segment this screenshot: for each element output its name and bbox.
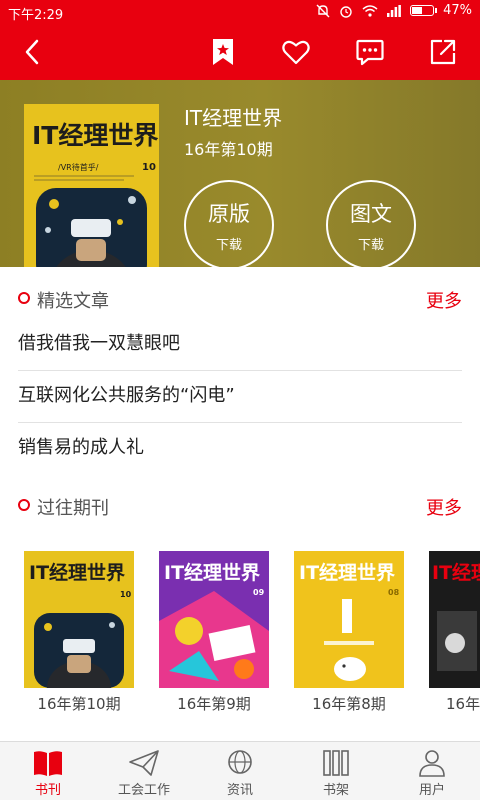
issue-cover[interactable]: IT经理世界 08 <box>294 551 404 688</box>
issue-label: 16年 <box>446 695 480 713</box>
magazine-header: IT经理世界 10 /VR待首乎/ IT经理世界 16年第10期 原版 下载 图… <box>0 80 480 267</box>
graphic-download-button[interactable]: 图文 下载 <box>326 180 416 267</box>
section-dot-icon <box>18 292 30 304</box>
mute-icon <box>316 4 330 17</box>
nav-item-bookshelf[interactable]: 书架 <box>288 742 384 800</box>
issue-label: 16年第9期 <box>177 695 251 713</box>
article-item[interactable]: 借我借我一双慧眼吧 <box>18 319 462 369</box>
share-icon <box>430 39 456 65</box>
svg-text:IT经理世界: IT经理世界 <box>164 561 260 584</box>
svg-text:IT经理世界: IT经理世界 <box>29 561 125 584</box>
user-icon <box>419 750 445 777</box>
back-button[interactable] <box>12 32 52 72</box>
share-button[interactable] <box>423 32 463 72</box>
past-issues-section-header: 过往期刊 更多 <box>0 490 480 520</box>
nav-label: 书刊 <box>34 783 61 798</box>
back-icon <box>25 39 39 65</box>
original-download-button[interactable]: 原版 下载 <box>184 180 274 267</box>
comment-icon <box>356 39 384 65</box>
toolbar <box>0 24 480 80</box>
paper-plane-icon <box>129 750 159 776</box>
nav-label: 资讯 <box>226 783 253 798</box>
magazine-cover[interactable]: IT经理世界 10 /VR待首乎/ <box>24 104 159 267</box>
globe-icon <box>228 750 252 774</box>
magazine-issue: 16年第10期 <box>184 140 273 159</box>
article-item[interactable]: 销售易的成人礼 <box>18 423 462 473</box>
featured-section-header: 精选文章 更多 <box>0 283 480 313</box>
battery-icon <box>410 5 438 16</box>
download-main-label: 图文 <box>350 202 392 226</box>
cover-logo: IT经理世界 <box>32 121 158 150</box>
nav-item-books[interactable]: 书刊 <box>0 742 96 800</box>
favorite-button[interactable] <box>276 32 316 72</box>
bottom-navigation: 书刊 工会工作 资讯 书架 用户 <box>0 741 480 800</box>
bookshelf-icon <box>323 750 349 776</box>
issue-cover[interactable]: IT经理世界 09 <box>159 551 269 688</box>
featured-more-link[interactable]: 更多 <box>426 287 462 313</box>
download-sub-label: 下载 <box>357 238 384 253</box>
wifi-icon <box>362 5 378 17</box>
nav-label: 工会工作 <box>117 783 170 798</box>
cover-number: 10 <box>142 162 156 173</box>
svg-text:IT经理世界: IT经理世界 <box>299 561 395 584</box>
nav-item-union-work[interactable]: 工会工作 <box>96 742 192 800</box>
download-sub-label: 下载 <box>215 238 242 253</box>
issue-cover[interactable]: IT经理世界 10 <box>24 551 134 688</box>
download-main-label: 原版 <box>208 202 250 226</box>
svg-text:IT经理世界: IT经理世界 <box>432 561 480 584</box>
past-more-link[interactable]: 更多 <box>426 494 462 520</box>
status-icons: 47% <box>316 3 472 18</box>
section-title: 过往期刊 <box>37 498 109 519</box>
signal-icon <box>387 4 401 17</box>
bookmark-icon <box>213 39 233 65</box>
issue-label: 16年第10期 <box>37 695 121 713</box>
cover-tagline: /VR待首乎/ <box>58 162 99 172</box>
nav-label: 书架 <box>322 783 349 798</box>
svg-text:08: 08 <box>388 588 400 597</box>
section-dot-icon <box>18 499 30 511</box>
magazine-title: IT经理世界 <box>184 106 283 130</box>
bookmark-button[interactable] <box>203 32 243 72</box>
battery-text: 47% <box>443 3 472 18</box>
nav-item-news[interactable]: 资讯 <box>192 742 288 800</box>
status-bar: 下午2:29 47% <box>0 0 480 24</box>
issue-label: 16年第8期 <box>312 695 386 713</box>
heart-icon <box>282 40 310 64</box>
section-title: 精选文章 <box>37 291 109 312</box>
svg-text:09: 09 <box>253 588 265 597</box>
status-time: 下午2:29 <box>8 8 64 23</box>
nav-label: 用户 <box>418 783 445 798</box>
alarm-icon <box>340 5 352 18</box>
book-icon <box>34 751 62 776</box>
comment-button[interactable] <box>350 32 390 72</box>
article-item[interactable]: 互联网化公共服务的“闪电” <box>18 371 462 421</box>
issue-cover[interactable]: IT经理世界 <box>429 551 480 688</box>
svg-text:10: 10 <box>120 590 132 599</box>
nav-item-user[interactable]: 用户 <box>384 742 480 800</box>
